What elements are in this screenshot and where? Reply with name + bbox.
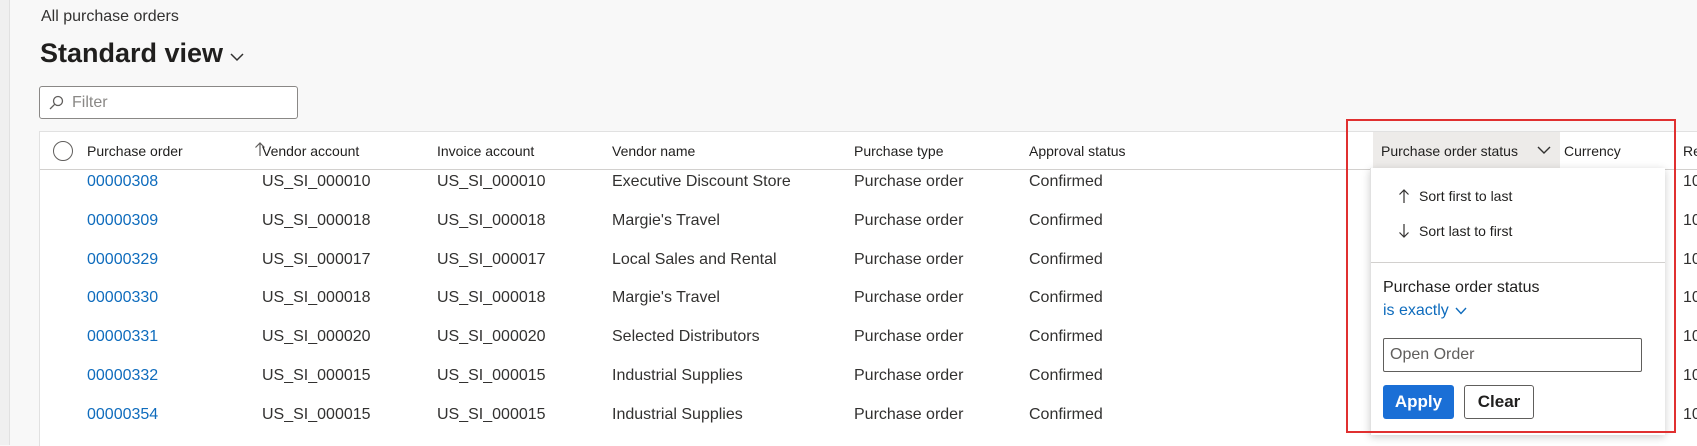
left-rail — [0, 0, 10, 445]
truncated-cell: 10 — [1683, 289, 1697, 307]
vendor-name-cell: Margie's Travel — [612, 211, 720, 229]
arrow-down-icon — [1399, 224, 1409, 238]
grid-header: Purchase order Vendor account Invoice ac… — [40, 132, 1697, 170]
truncated-cell: 10 — [1683, 173, 1697, 190]
column-header-vendor-account[interactable]: Vendor account — [262, 143, 359, 159]
column-header-currency[interactable]: Currency — [1564, 143, 1621, 159]
vendor-name-cell: Industrial Supplies — [612, 367, 743, 384]
vendor-account-cell: US_SI_000018 — [262, 289, 371, 307]
column-header-purchase-type[interactable]: Purchase type — [854, 143, 944, 159]
invoice-account-cell: US_SI_000015 — [437, 405, 546, 423]
purchase-order-link[interactable]: 00000330 — [87, 289, 158, 307]
filter-value-input[interactable] — [1383, 338, 1642, 372]
purchase-order-link[interactable]: 00000332 — [87, 367, 158, 385]
select-all-checkbox[interactable] — [53, 141, 73, 161]
column-header-approval-status[interactable]: Approval status — [1029, 143, 1126, 159]
invoice-account-cell: US_SI_000018 — [437, 211, 546, 229]
invoice-account-cell: US_SI_000010 — [437, 173, 546, 190]
approval-status-cell: Confirmed — [1029, 211, 1103, 229]
approval-status-cell: Confirmed — [1029, 367, 1103, 384]
invoice-account-cell: US_SI_000018 — [437, 289, 546, 307]
vendor-account-cell: US_SI_000015 — [262, 405, 371, 423]
vendor-account-cell: US_SI_000020 — [262, 328, 371, 346]
vendor-account-cell: US_SI_000018 — [262, 211, 371, 229]
truncated-cell: 10 — [1683, 367, 1697, 384]
truncated-cell: 10 — [1683, 250, 1697, 268]
invoice-account-cell: US_SI_000020 — [437, 328, 546, 346]
approval-status-cell: Confirmed — [1029, 289, 1103, 307]
purchase-type-cell: Purchase order — [854, 405, 964, 423]
divider — [1371, 262, 1665, 263]
column-header-purchase-order-status-label: Purchase order status — [1381, 143, 1518, 159]
vendor-name-cell: Local Sales and Rental — [612, 250, 777, 268]
breadcrumb: All purchase orders — [41, 8, 179, 25]
vendor-name-cell: Industrial Supplies — [612, 405, 743, 423]
column-filter-dropdown: Sort first to last Sort last to first Pu… — [1370, 168, 1665, 435]
vendor-account-cell: US_SI_000010 — [262, 173, 371, 190]
chevron-down-icon — [1455, 307, 1467, 315]
truncated-cell: 10 — [1683, 211, 1697, 229]
filter-box[interactable] — [39, 86, 298, 119]
purchase-order-link[interactable]: 00000354 — [87, 406, 158, 424]
view-title: Standard view — [40, 38, 224, 68]
filter-operator-label: is exactly — [1383, 302, 1449, 319]
approval-status-cell: Confirmed — [1029, 328, 1103, 346]
filter-field-label: Purchase order status — [1383, 279, 1540, 296]
vendor-account-cell: US_SI_000017 — [262, 250, 371, 268]
column-header-truncated[interactable]: Re — [1683, 143, 1697, 159]
vendor-name-cell: Selected Distributors — [612, 328, 760, 346]
approval-status-cell: Confirmed — [1029, 405, 1103, 423]
filter-operator-dropdown[interactable]: is exactly — [1383, 302, 1469, 320]
search-icon — [49, 95, 64, 109]
truncated-cell: 10 — [1683, 405, 1697, 423]
purchase-type-cell: Purchase order — [854, 367, 964, 384]
column-header-vendor-name[interactable]: Vendor name — [612, 143, 695, 159]
column-header-purchase-order-status[interactable]: Purchase order status — [1373, 132, 1560, 169]
vendor-name-cell: Executive Discount Store — [612, 173, 791, 190]
vendor-name-cell: Margie's Travel — [612, 289, 720, 307]
purchase-type-cell: Purchase order — [854, 173, 964, 190]
view-selector[interactable]: Standard view — [40, 38, 247, 69]
truncated-cell: 10 — [1683, 328, 1697, 346]
purchase-order-link[interactable]: 00000331 — [87, 328, 158, 346]
arrow-up-icon — [1399, 189, 1409, 203]
purchase-type-cell: Purchase order — [854, 289, 964, 307]
purchase-type-cell: Purchase order — [854, 211, 964, 229]
chevron-down-icon — [230, 52, 244, 61]
column-header-invoice-account[interactable]: Invoice account — [437, 143, 534, 159]
filter-input[interactable] — [70, 92, 294, 113]
purchase-order-link[interactable]: 00000329 — [87, 251, 158, 269]
purchase-type-cell: Purchase order — [854, 328, 964, 346]
sort-last-to-first[interactable]: Sort last to first — [1397, 222, 1512, 240]
column-header-purchase-order[interactable]: Purchase order — [87, 143, 183, 159]
apply-button[interactable]: Apply — [1383, 385, 1454, 419]
sort-first-to-last-label: Sort first to last — [1419, 188, 1513, 204]
invoice-account-cell: US_SI_000015 — [437, 367, 546, 384]
purchase-type-cell: Purchase order — [854, 250, 964, 268]
vendor-account-cell: US_SI_000015 — [262, 367, 371, 384]
sort-first-to-last[interactable]: Sort first to last — [1397, 187, 1512, 205]
clear-button[interactable]: Clear — [1464, 385, 1534, 419]
invoice-account-cell: US_SI_000017 — [437, 250, 546, 268]
purchase-order-link[interactable]: 00000308 — [87, 173, 158, 191]
purchase-order-link[interactable]: 00000309 — [87, 212, 158, 230]
approval-status-cell: Confirmed — [1029, 173, 1103, 190]
sort-last-to-first-label: Sort last to first — [1419, 223, 1513, 239]
chevron-down-icon — [1537, 146, 1551, 154]
approval-status-cell: Confirmed — [1029, 250, 1103, 268]
